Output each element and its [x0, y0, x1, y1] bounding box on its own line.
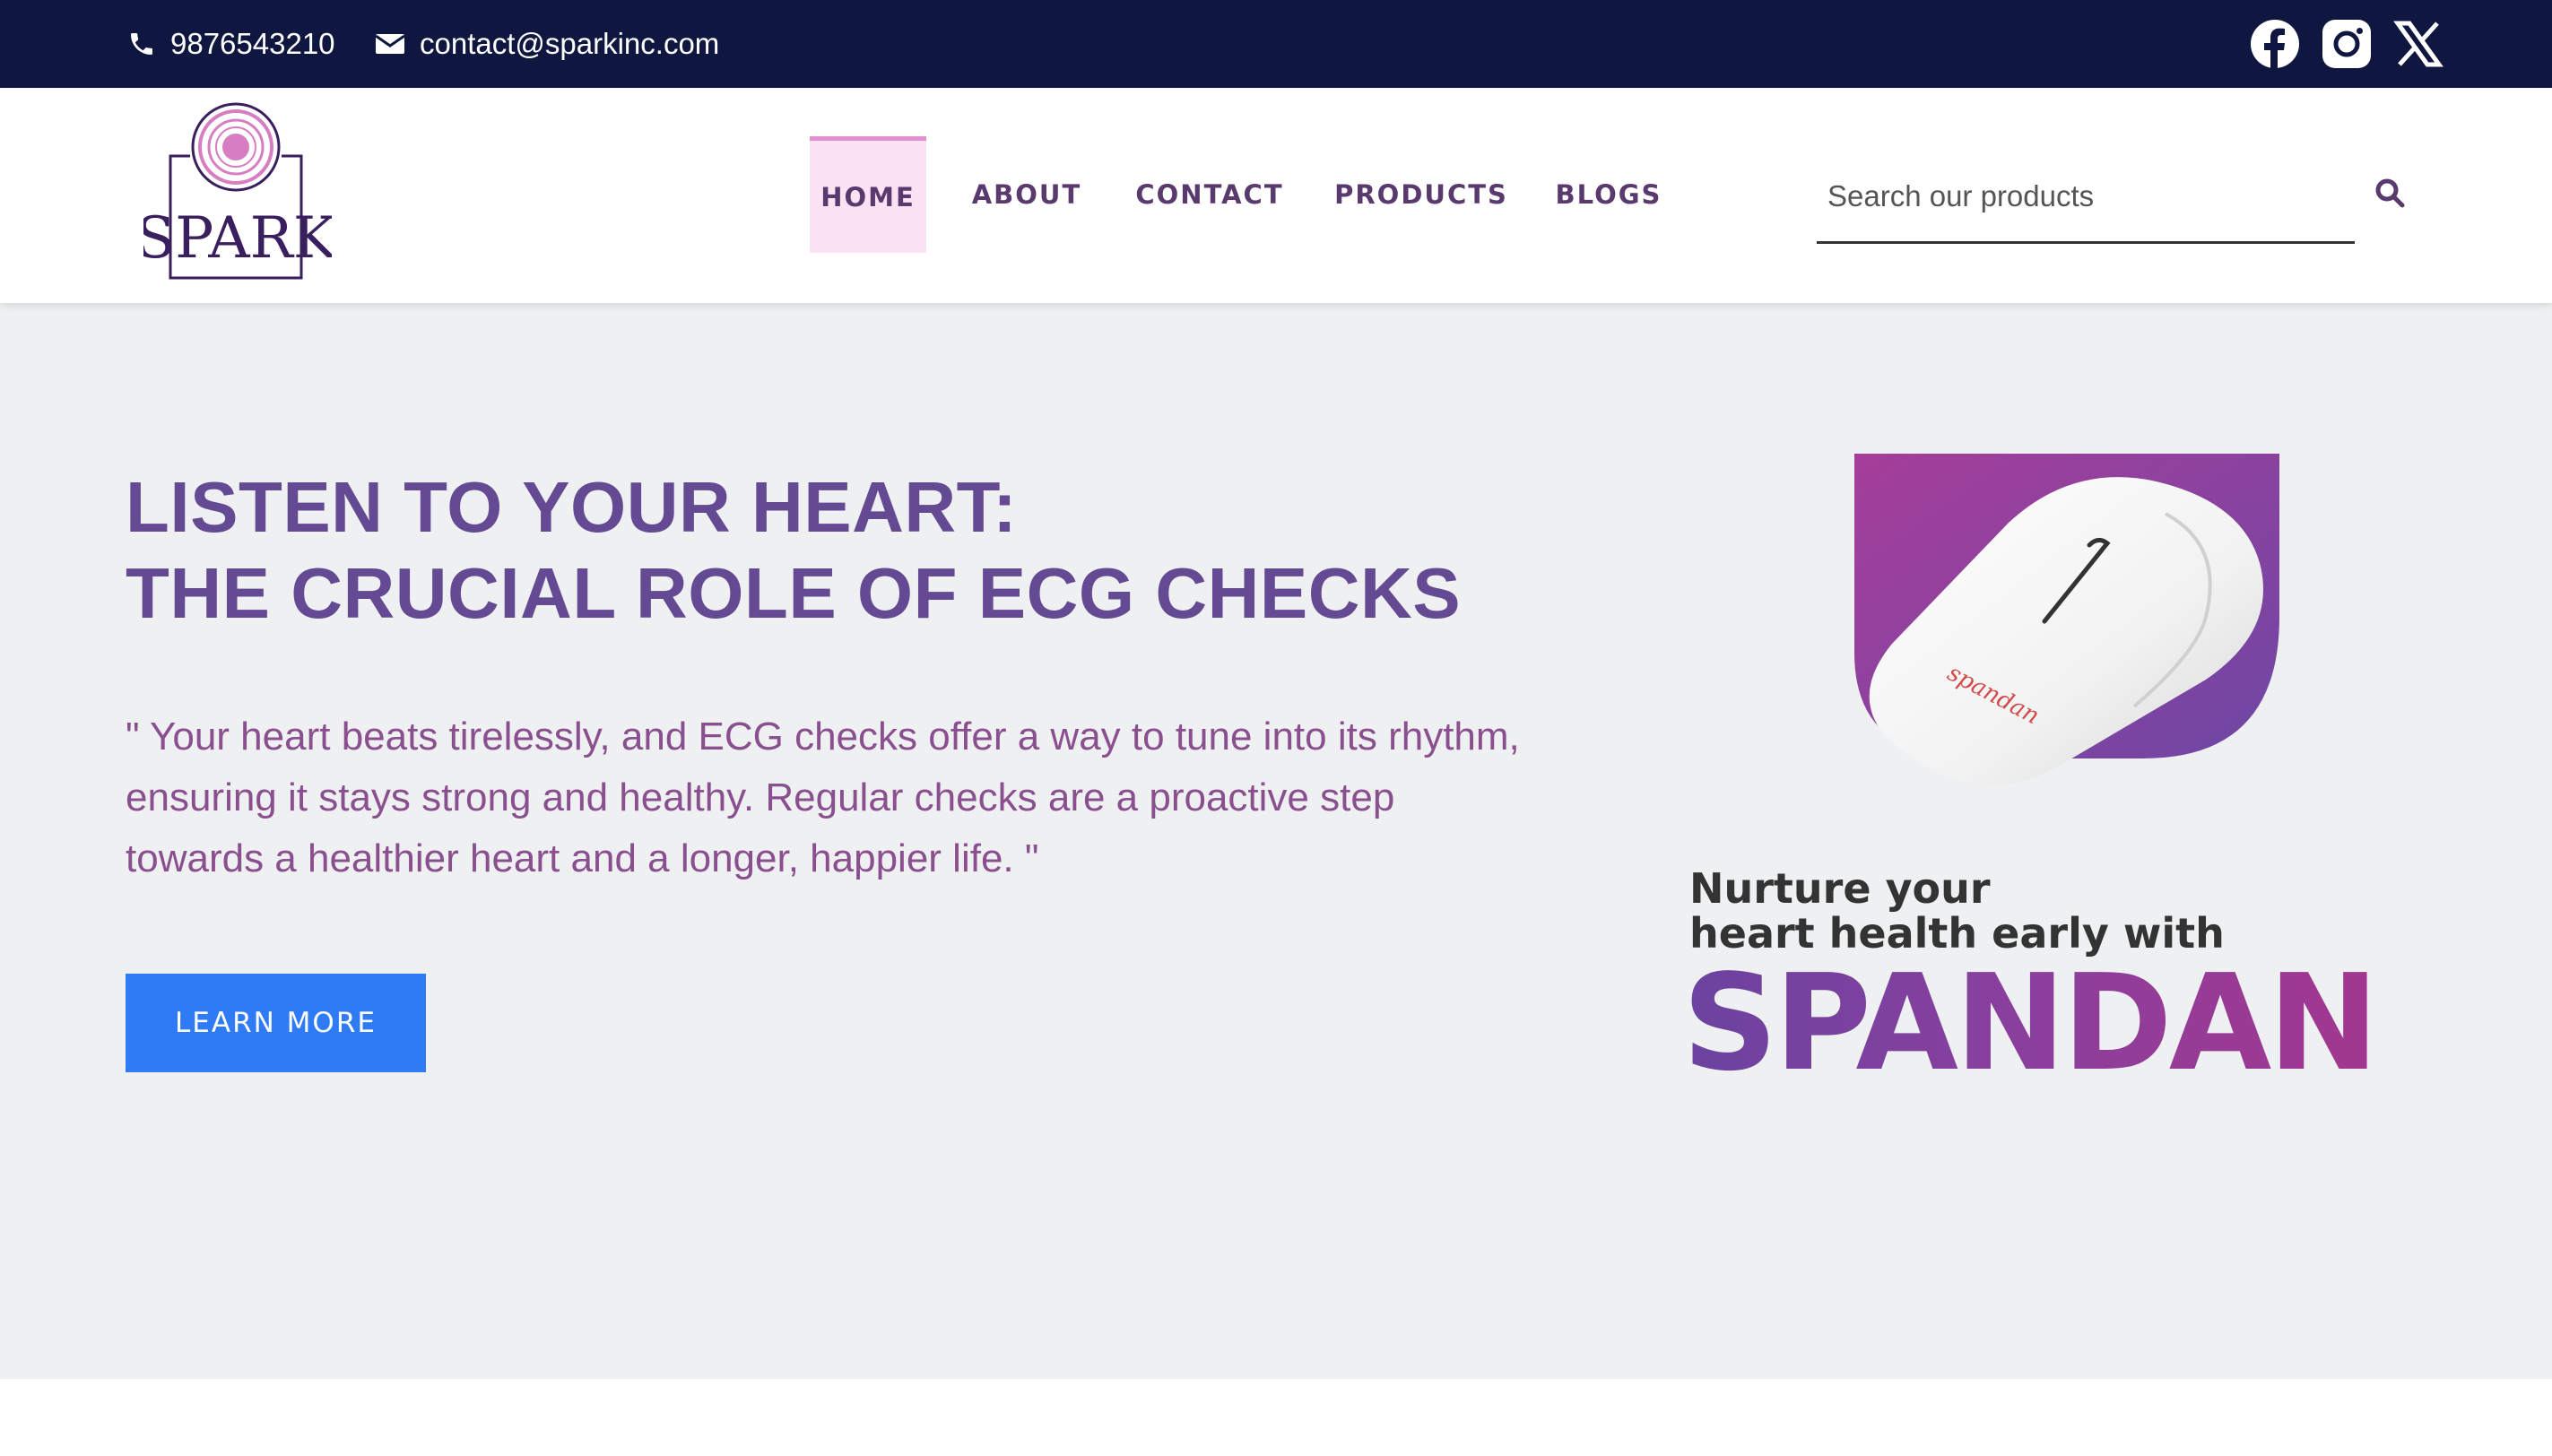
- nav-home[interactable]: HOME: [810, 136, 926, 253]
- promo-brand-name: SPANDAN: [1682, 946, 2379, 1100]
- hero-title-line1: LISTEN TO YOUR HEART:: [126, 467, 1018, 547]
- nav-about-label: ABOUT: [971, 179, 1082, 210]
- search-input[interactable]: [1826, 151, 2331, 242]
- hero-quote: " Your heart beats tirelessly, and ECG c…: [126, 715, 1520, 880]
- nav-contact[interactable]: CONTACT: [1132, 136, 1288, 253]
- email-address: contact@sparkinc.com: [420, 27, 720, 60]
- nav-products-label: PRODUCTS: [1334, 179, 1508, 210]
- phone-contact[interactable]: 9876543210: [127, 0, 335, 88]
- hero-title: LISTEN TO YOUR HEART: THE CRUCIAL ROLE O…: [126, 464, 1560, 637]
- search-icon[interactable]: [2374, 178, 2405, 208]
- nav-blogs[interactable]: BLOGS: [1553, 136, 1664, 253]
- x-icon[interactable]: [2392, 18, 2444, 70]
- instagram-icon[interactable]: [2321, 18, 2373, 70]
- phone-number: 9876543210: [170, 27, 335, 60]
- promo-tagline-line1: Nurture your: [1689, 864, 1991, 913]
- nav-blogs-label: BLOGS: [1555, 179, 1662, 210]
- nav-home-label: HOME: [820, 181, 916, 212]
- top-contact-bar: 9876543210 contact@sparkinc.com: [0, 0, 2552, 88]
- hero-title-line2: THE CRUCIAL ROLE OF ECG CHECKS: [126, 553, 1462, 633]
- email-contact[interactable]: contact@sparkinc.com: [375, 0, 719, 88]
- logo-text: SPARK: [143, 205, 332, 272]
- promo-tagline: Nurture your heart health early with: [1689, 866, 2225, 956]
- hero-section: LISTEN TO YOUR HEART: THE CRUCIAL ROLE O…: [0, 303, 2552, 1379]
- nav-products[interactable]: PRODUCTS: [1327, 136, 1515, 253]
- envelope-icon: [375, 34, 405, 54]
- facebook-icon[interactable]: [2249, 18, 2301, 70]
- phone-icon: [131, 33, 152, 55]
- spark-logo[interactable]: SPARK: [143, 100, 332, 289]
- nav-contact-label: CONTACT: [1135, 179, 1284, 210]
- main-header: SPARK HOME ABOUT CONTACT PRODUCTS BLOGS: [0, 88, 2552, 303]
- search-box: [1817, 151, 2355, 244]
- nav-about[interactable]: ABOUT: [961, 136, 1092, 253]
- learn-more-button[interactable]: LEARN MORE: [126, 974, 426, 1072]
